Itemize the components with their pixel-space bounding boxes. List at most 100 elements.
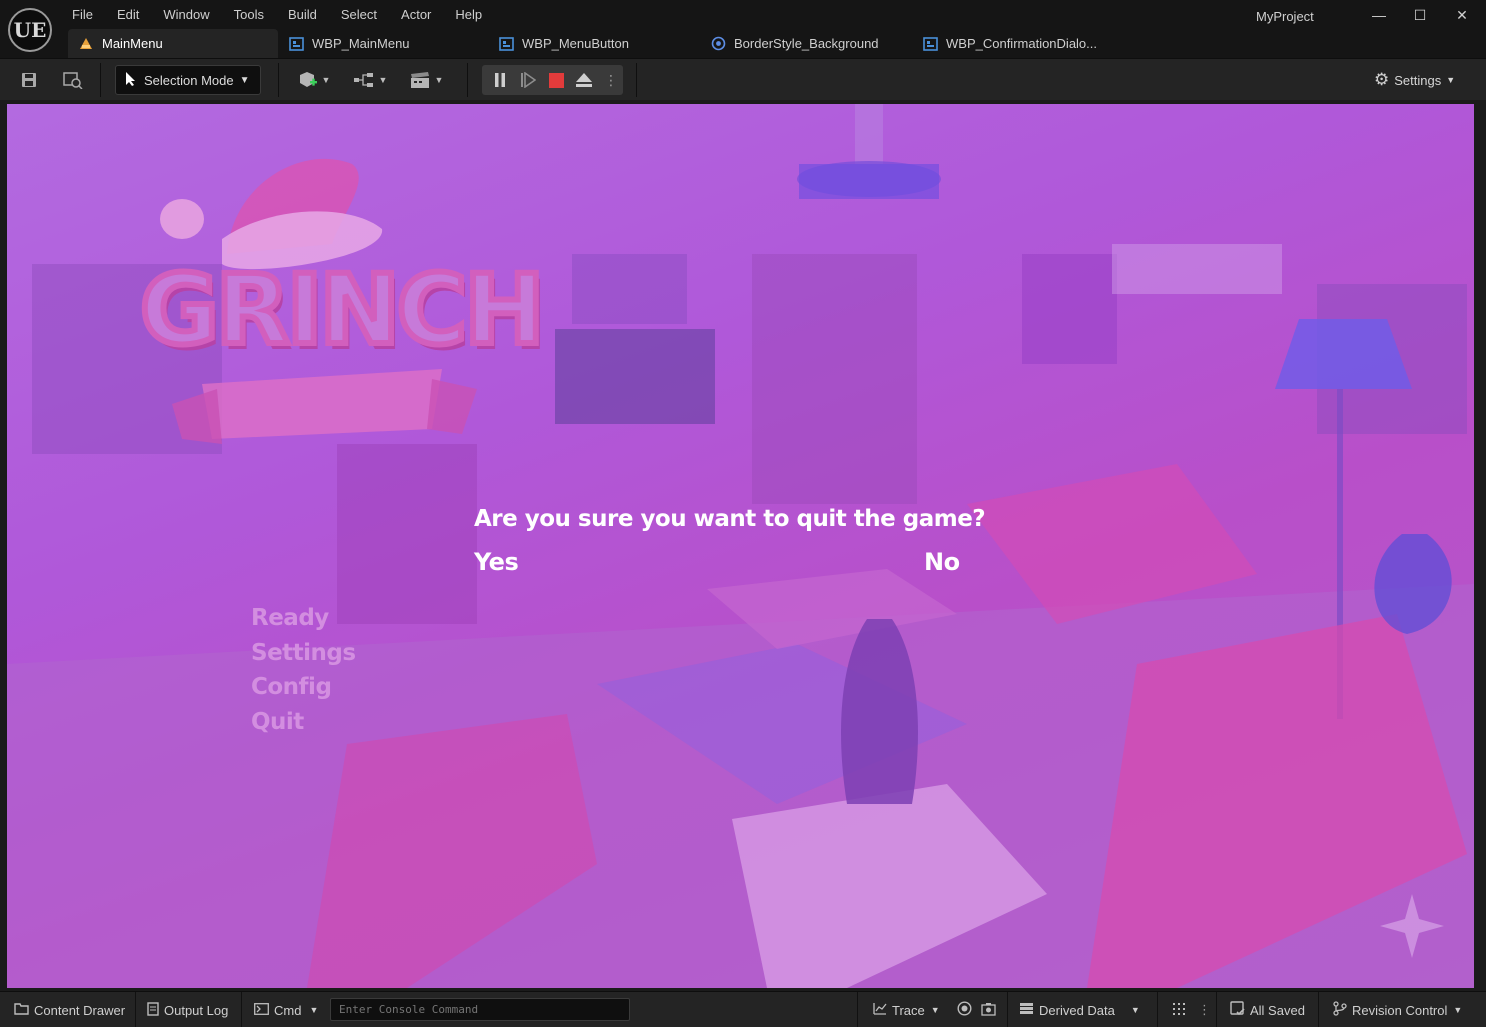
branch-icon: [1333, 1001, 1347, 1019]
cmd-label: Cmd: [274, 1002, 302, 1018]
blueprint-graph-icon: [353, 73, 373, 87]
statusbar-separator: [135, 992, 136, 1027]
chevron-down-icon: ▼: [239, 74, 250, 86]
add-actor-icon: [299, 72, 317, 87]
chevron-down-icon: ▼: [434, 75, 444, 85]
revision-control-label: Revision Control: [1352, 1002, 1448, 1018]
chevron-down-icon: ▼: [321, 75, 331, 85]
tab-label: MainMenu: [102, 36, 163, 51]
content-drawer-button[interactable]: Content Drawer: [14, 1001, 125, 1019]
blueprints-button[interactable]: ▼: [350, 68, 390, 92]
menu-edit[interactable]: Edit: [105, 0, 151, 30]
gear-icon: ⚙: [1374, 70, 1390, 89]
selection-mode-dropdown[interactable]: Selection Mode ▼: [115, 65, 261, 95]
screenshot-trace-button[interactable]: [981, 1001, 1001, 1019]
widget-blueprint-icon: [288, 36, 304, 51]
main-menu-list: Ready Settings Config Quit: [251, 601, 356, 739]
add-actor-button[interactable]: ▼: [294, 68, 334, 92]
tab-label: WBP_MenuButton: [522, 36, 629, 51]
trace-icon: [873, 1002, 887, 1018]
chevron-down-icon: ▼: [309, 1005, 319, 1015]
output-log-label: Output Log: [164, 1002, 229, 1018]
tab-wbp-menubutton[interactable]: WBP_MenuButton: [488, 29, 700, 58]
browse-content-icon[interactable]: [60, 68, 86, 92]
eject-icon[interactable]: [574, 68, 594, 92]
menu-item-ready[interactable]: Ready: [251, 601, 356, 636]
menu-item-quit[interactable]: Quit: [251, 705, 356, 740]
statusbar-separator: [241, 992, 242, 1027]
cursor-arrow-icon: [124, 71, 138, 90]
record-icon: [957, 1001, 972, 1019]
toolbar-separator: [467, 63, 468, 97]
toolbar-separator: [278, 63, 279, 97]
console-command-input[interactable]: [330, 998, 630, 1021]
menu-item-config[interactable]: Config: [251, 670, 356, 705]
unreal-logo-icon[interactable]: UE: [8, 8, 52, 52]
record-trace-button[interactable]: [957, 1001, 977, 1019]
tab-borderstyle-background[interactable]: BorderStyle_Background: [700, 29, 912, 58]
statusbar-separator: [1007, 992, 1008, 1027]
widget-blueprint-icon: [922, 36, 938, 51]
menu-build[interactable]: Build: [276, 0, 329, 30]
yes-button[interactable]: Yes: [474, 548, 519, 576]
chevron-down-icon: ▼: [1453, 1005, 1463, 1015]
tab-label: WBP_ConfirmationDialo...: [946, 36, 1097, 51]
menu-help[interactable]: Help: [443, 0, 494, 30]
widget-blueprint-icon: [498, 36, 514, 51]
game-viewport[interactable]: GRINCH Are you sure you want to quit the…: [7, 104, 1474, 988]
trace-dropdown[interactable]: Trace ▼: [873, 1001, 940, 1019]
derived-data-dropdown[interactable]: Derived Data ▼: [1019, 1001, 1140, 1019]
level-icon: [78, 37, 94, 51]
camera-icon: [981, 1002, 996, 1019]
confirmation-question: Are you sure you want to quit the game?: [474, 506, 986, 532]
derived-data-label: Derived Data: [1039, 1002, 1115, 1018]
content-drawer-label: Content Drawer: [34, 1002, 126, 1018]
menu-window[interactable]: Window: [151, 0, 221, 30]
minimize-button[interactable]: —: [1366, 4, 1392, 26]
revision-control-dropdown[interactable]: Revision Control ▼: [1333, 1001, 1462, 1019]
derived-data-icon: [1019, 1002, 1034, 1018]
tab-wbp-mainmenu[interactable]: WBP_MainMenu: [278, 29, 488, 58]
more-options-icon[interactable]: ⋮: [603, 68, 619, 92]
settings-button[interactable]: ⚙ Settings ▼: [1374, 69, 1455, 91]
cinematics-button[interactable]: ▼: [405, 68, 447, 92]
statusbar-separator: [1318, 992, 1319, 1027]
menu-tools[interactable]: Tools: [222, 0, 276, 30]
chevron-down-icon: ▼: [378, 75, 388, 85]
save-status-icon: [1230, 1001, 1245, 1019]
menu-select[interactable]: Select: [329, 0, 389, 30]
statusbar-separator: [1157, 992, 1158, 1027]
logo-text: GRINCH: [137, 251, 548, 369]
cmd-dropdown[interactable]: Cmd ▼: [254, 1001, 318, 1019]
title-bar: UE File Edit Window Tools Build Select A…: [0, 0, 1486, 58]
clapperboard-icon: [410, 72, 429, 88]
menu-file[interactable]: File: [60, 0, 105, 30]
tab-mainmenu[interactable]: MainMenu: [68, 29, 278, 58]
save-icon[interactable]: [18, 68, 40, 92]
chevron-down-icon: ▼: [1130, 1005, 1140, 1015]
toolbar-separator: [100, 63, 101, 97]
close-button[interactable]: ✕: [1449, 4, 1475, 26]
no-button[interactable]: No: [924, 548, 960, 576]
document-tabs: MainMenu WBP_MainMenu WBP_MenuButton Bor…: [68, 29, 1112, 58]
maximize-button[interactable]: ☐: [1407, 4, 1433, 26]
output-log-button[interactable]: Output Log: [147, 1001, 228, 1019]
more-options-icon[interactable]: ⋮: [1198, 1001, 1211, 1019]
play-controls-group: ⋮: [482, 65, 623, 95]
grid-dots-icon: [1172, 1002, 1186, 1019]
menu-item-settings[interactable]: Settings: [251, 636, 356, 671]
pause-icon[interactable]: [490, 68, 510, 92]
terminal-icon: [254, 1002, 269, 1018]
source-control-status-button[interactable]: [1172, 1001, 1191, 1019]
settings-label: Settings: [1394, 72, 1442, 88]
stop-icon[interactable]: [546, 68, 566, 92]
menu-actor[interactable]: Actor: [389, 0, 443, 30]
game-logo: GRINCH: [132, 144, 548, 464]
tab-label: WBP_MainMenu: [312, 36, 410, 51]
frame-skip-icon[interactable]: [518, 68, 538, 92]
selection-mode-label: Selection Mode: [144, 72, 234, 88]
slate-brush-icon: [710, 36, 726, 51]
all-saved-button[interactable]: All Saved: [1230, 1001, 1305, 1019]
main-toolbar: Selection Mode ▼ ▼ ▼ ▼ ⋮ ⚙ Settings ▼: [0, 58, 1486, 100]
tab-wbp-confirmationdialog[interactable]: WBP_ConfirmationDialo...: [912, 29, 1112, 58]
